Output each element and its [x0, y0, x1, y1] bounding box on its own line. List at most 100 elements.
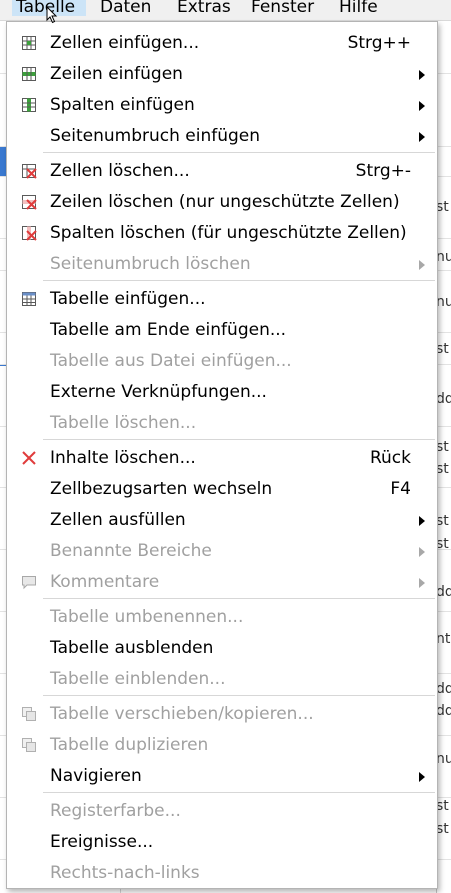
- menu-item-comments[interactable]: Kommentare: [7, 567, 437, 597]
- menu-item-shortcut: F4: [390, 479, 411, 499]
- menu-item-label: Zeilen löschen (nur ungeschützte Zellen): [50, 192, 400, 212]
- menu-item-insert-rows[interactable]: Zeilen einfügen: [7, 59, 437, 89]
- submenu-arrow-icon: [419, 516, 425, 526]
- menu-item-shortcut: Strg++: [347, 33, 411, 53]
- submenu-arrow-icon: [419, 578, 425, 588]
- menu-item-label: Spalten einfügen: [50, 95, 195, 115]
- sheet-cell: st: [436, 439, 449, 455]
- move-copy-sheet-icon: [22, 707, 36, 721]
- menu-item-label: Seitenumbruch einfügen: [50, 126, 261, 146]
- menu-item-insert-columns[interactable]: Spalten einfügen: [7, 90, 437, 120]
- menu-item-label: Rechts-nach-links: [50, 863, 200, 883]
- menu-item-label: Zeilen einfügen: [50, 64, 183, 84]
- sheet-cell: st: [436, 513, 449, 529]
- menu-separator: [43, 439, 435, 440]
- insert-rows-icon: [22, 67, 36, 81]
- menu-item-insert-sheet[interactable]: Tabelle einfügen...: [7, 284, 437, 314]
- menu-item-delete-columns[interactable]: Spalten löschen (für ungeschützte Zellen…: [7, 218, 437, 248]
- menu-separator: [43, 695, 435, 696]
- menu-separator: [43, 152, 435, 153]
- menu-item-label: Tabelle aus Datei einfügen...: [50, 351, 292, 371]
- sheet-cell: dd: [436, 391, 451, 407]
- menu-item-label: Zellen einfügen...: [50, 33, 200, 53]
- menu-item-hide-sheet[interactable]: Tabelle ausblenden: [7, 633, 437, 663]
- menu-item-label: Tabelle duplizieren: [50, 735, 209, 755]
- sheet-cell: nu: [436, 751, 451, 767]
- sheet-cell: st: [436, 536, 449, 552]
- menu-item-label: Benannte Bereiche: [50, 541, 212, 561]
- submenu-arrow-icon: [419, 547, 425, 557]
- menu-item-label: Zellen ausfüllen: [50, 510, 186, 530]
- insert-cells-icon: [22, 36, 36, 50]
- menu-item-events[interactable]: Ereignisse...: [7, 827, 437, 857]
- submenu-arrow-icon: [419, 70, 425, 80]
- menubar: Tabelle Daten Extras Fenster Hilfe: [0, 0, 451, 21]
- menu-item-rename-sheet[interactable]: Tabelle umbenennen...: [7, 602, 437, 632]
- menu-item-label: Tabelle verschieben/kopieren...: [50, 704, 314, 724]
- menu-item-label: Zellbezugsarten wechseln: [50, 479, 273, 499]
- sheet-cell: dd: [436, 584, 451, 600]
- insert-sheet-icon: [22, 292, 36, 306]
- menu-item-label: Tabelle am Ende einfügen...: [50, 320, 287, 340]
- menu-item-shortcut: Rück: [369, 448, 411, 468]
- mouse-cursor-icon: [46, 6, 58, 24]
- delete-rows-icon: [22, 195, 37, 210]
- menu-daten[interactable]: Daten: [100, 0, 151, 17]
- menu-item-insert-sheet-from-file[interactable]: Tabelle aus Datei einfügen...: [7, 346, 437, 376]
- menu-item-toggle-reference-type[interactable]: Zellbezugsarten wechseln F4: [7, 474, 437, 504]
- submenu-arrow-icon: [419, 132, 425, 142]
- comment-icon: [22, 576, 36, 590]
- menu-item-label: Tabelle einfügen...: [50, 289, 206, 309]
- menu-item-tab-color[interactable]: Registerfarbe...: [7, 796, 437, 826]
- menu-extras[interactable]: Extras: [177, 0, 231, 17]
- menu-item-append-sheet[interactable]: Tabelle am Ende einfügen...: [7, 315, 437, 345]
- menu-item-label: Externe Verknüpfungen...: [50, 382, 267, 402]
- menu-separator: [43, 598, 435, 599]
- menu-item-delete-sheet[interactable]: Tabelle löschen...: [7, 408, 437, 438]
- menu-item-navigate[interactable]: Navigieren: [7, 761, 437, 791]
- sheet-cell: st: [436, 341, 449, 357]
- menu-fenster[interactable]: Fenster: [251, 0, 314, 17]
- submenu-arrow-icon: [419, 772, 425, 782]
- menu-item-label: Registerfarbe...: [50, 801, 181, 821]
- menu-item-delete-rows[interactable]: Zeilen löschen (nur ungeschützte Zellen): [7, 187, 437, 217]
- menu-item-clear-contents[interactable]: Inhalte löschen... Rück: [7, 443, 437, 473]
- menu-item-label: Ereignisse...: [50, 832, 154, 852]
- menu-item-insert-cells[interactable]: Zellen einfügen... Strg++: [7, 28, 437, 58]
- menu-item-insert-page-break[interactable]: Seitenumbruch einfügen: [7, 121, 437, 151]
- sheet-cell: st: [436, 821, 449, 837]
- delete-cells-icon: [22, 164, 37, 179]
- menu-item-label: Tabelle einblenden...: [50, 669, 226, 689]
- menu-item-right-to-left[interactable]: Rechts-nach-links: [7, 858, 437, 888]
- sheet-cell: st: [436, 199, 449, 215]
- menu-item-label: Zellen löschen...: [50, 161, 190, 181]
- sheet-cell: st: [436, 798, 449, 814]
- menu-item-label: Tabelle löschen...: [50, 413, 197, 433]
- sheet-cell: nu: [436, 249, 451, 265]
- menu-item-label: Kommentare: [50, 572, 160, 592]
- duplicate-sheet-icon: [22, 738, 36, 752]
- menu-item-shortcut: Strg+-: [355, 161, 411, 181]
- sheet-cell: dd: [436, 703, 451, 719]
- submenu-arrow-icon: [419, 101, 425, 111]
- sheet-cell: dd: [436, 681, 451, 697]
- menu-item-delete-cells[interactable]: Zellen löschen... Strg+-: [7, 156, 437, 186]
- menu-item-label: Tabelle umbenennen...: [50, 607, 244, 627]
- menu-separator: [43, 280, 435, 281]
- clear-contents-icon: [22, 451, 36, 465]
- menu-item-label: Spalten löschen (für ungeschützte Zellen…: [50, 223, 407, 243]
- menu-item-label: Tabelle ausblenden: [50, 638, 214, 658]
- menu-item-delete-page-break[interactable]: Seitenumbruch löschen: [7, 249, 437, 279]
- tabelle-dropdown-menu: Zellen einfügen... Strg++ Zeilen einfüge…: [6, 21, 438, 889]
- sheet-cell: nt: [436, 631, 451, 647]
- sheet-cell: nu: [436, 294, 451, 310]
- insert-columns-icon: [22, 98, 36, 112]
- menu-item-named-ranges[interactable]: Benannte Bereiche: [7, 536, 437, 566]
- menu-item-show-sheet[interactable]: Tabelle einblenden...: [7, 664, 437, 694]
- menu-item-fill-cells[interactable]: Zellen ausfüllen: [7, 505, 437, 535]
- menu-item-external-links[interactable]: Externe Verknüpfungen...: [7, 377, 437, 407]
- menu-item-move-copy-sheet[interactable]: Tabelle verschieben/kopieren...: [7, 699, 437, 729]
- menu-hilfe[interactable]: Hilfe: [339, 0, 378, 17]
- menu-item-duplicate-sheet[interactable]: Tabelle duplizieren: [7, 730, 437, 760]
- menu-item-label: Navigieren: [50, 766, 142, 786]
